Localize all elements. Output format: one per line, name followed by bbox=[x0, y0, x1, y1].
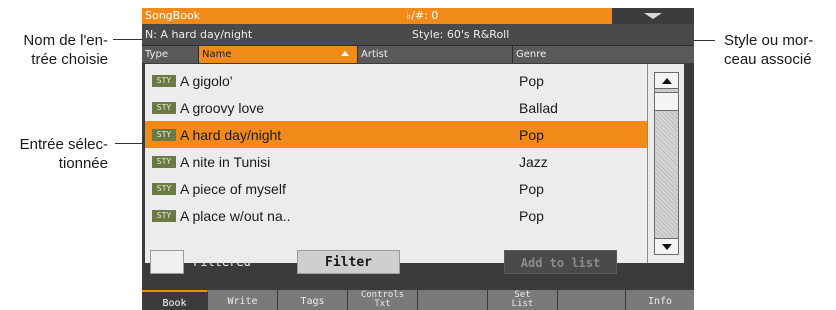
list-row[interactable]: STY A place w/out na.. Pop bbox=[145, 202, 647, 229]
associated-style: Style: 60's R&Roll bbox=[412, 28, 510, 41]
tab-empty-2[interactable] bbox=[558, 290, 626, 310]
column-genre-label: Genre bbox=[516, 49, 547, 60]
entry-list: STY A gigolo' Pop STY A groovy love Ball… bbox=[145, 64, 647, 263]
scroll-up-button[interactable] bbox=[654, 72, 679, 89]
row-genre: Pop bbox=[519, 127, 544, 143]
info-bar: N: A hard day/night Style: 60's R&Roll bbox=[142, 24, 694, 46]
row-name: A place w/out na.. bbox=[180, 208, 291, 224]
sort-ascending-icon bbox=[341, 51, 349, 56]
callout-entry-name: Nom de l'en- trée choisie bbox=[23, 31, 108, 69]
tab-tags-label: Tags bbox=[300, 296, 325, 307]
row-genre: Pop bbox=[519, 73, 544, 89]
callout-style-song-line1: Style ou mor- bbox=[724, 32, 814, 49]
column-name-label: Name bbox=[202, 49, 232, 60]
tab-controls-label-2: Txt bbox=[374, 299, 391, 309]
list-row[interactable]: STY A gigolo' Pop bbox=[145, 67, 647, 94]
callout-entry-name-line2: trée choisie bbox=[31, 51, 108, 68]
sharp-flat-indicator: ♭/#: 0 bbox=[406, 9, 439, 22]
callout-selected-entry-line1: Entrée sélec- bbox=[19, 136, 108, 153]
scroll-thumb[interactable] bbox=[654, 92, 679, 111]
tab-controls-txt[interactable]: Controls Txt bbox=[348, 290, 418, 310]
style-type-icon: STY bbox=[152, 156, 176, 168]
selected-entry-name: N: A hard day/night bbox=[145, 28, 253, 41]
callout-style-song: Style ou mor- ceau associé bbox=[724, 31, 813, 69]
callout-selected-entry-line2: tionnée bbox=[58, 155, 108, 172]
style-type-icon: STY bbox=[152, 129, 176, 141]
filtered-checkbox[interactable] bbox=[150, 250, 184, 274]
tab-write[interactable]: Write bbox=[208, 290, 278, 310]
row-genre: Pop bbox=[519, 181, 544, 197]
style-type-icon: STY bbox=[152, 183, 176, 195]
callout-selected-entry: Entrée sélec- tionnée bbox=[20, 135, 108, 173]
tab-info[interactable]: Info bbox=[626, 290, 694, 310]
filter-button[interactable]: Filter bbox=[297, 250, 400, 274]
list-row[interactable]: STY A nite in Tunisi Jazz bbox=[145, 148, 647, 175]
tab-book[interactable]: Book bbox=[142, 290, 208, 310]
title-bar: SongBook ♭/#: 0 bbox=[142, 8, 694, 24]
tab-bar: Book Write Tags Controls Txt Set List In… bbox=[142, 290, 694, 310]
triangle-down-icon bbox=[644, 13, 662, 19]
songbook-screen: SongBook ♭/#: 0 N: A hard day/night Styl… bbox=[142, 8, 694, 310]
filtered-label: Filtered bbox=[193, 255, 251, 269]
list-row-selected[interactable]: STY A hard day/night Pop bbox=[145, 121, 647, 148]
row-genre: Jazz bbox=[519, 154, 548, 170]
column-artist-label: Artist bbox=[361, 49, 388, 60]
style-type-icon: STY bbox=[152, 210, 176, 222]
arrow-up-icon bbox=[662, 78, 672, 84]
list-scrollbar[interactable] bbox=[647, 64, 684, 263]
list-header: Type Name Artist Genre bbox=[142, 46, 694, 63]
tab-info-label: Info bbox=[647, 296, 673, 307]
row-name: A groovy love bbox=[180, 100, 265, 116]
callout-entry-name-line1: Nom de l'en- bbox=[23, 32, 108, 49]
app-title: SongBook bbox=[145, 9, 201, 22]
callout-style-song-line2: ceau associé bbox=[724, 51, 812, 68]
row-name: A hard day/night bbox=[180, 127, 282, 143]
style-type-icon: STY bbox=[152, 102, 176, 114]
tab-book-label: Book bbox=[162, 298, 187, 309]
row-name: A gigolo' bbox=[180, 73, 233, 89]
column-type-label: Type bbox=[145, 49, 168, 60]
column-header-name[interactable]: Name bbox=[199, 46, 357, 63]
list-row[interactable]: STY A groovy love Ballad bbox=[145, 94, 647, 121]
tab-tags[interactable]: Tags bbox=[278, 290, 348, 310]
row-genre: Pop bbox=[519, 208, 544, 224]
tab-set-label-2: List bbox=[511, 299, 534, 309]
tab-set-list[interactable]: Set List bbox=[488, 290, 558, 310]
row-name: A nite in Tunisi bbox=[180, 154, 271, 170]
tab-write-label: Write bbox=[227, 296, 258, 307]
column-header-genre[interactable]: Genre bbox=[513, 46, 694, 63]
row-genre: Ballad bbox=[519, 100, 558, 116]
leader-entry-name bbox=[113, 39, 145, 40]
add-to-list-button[interactable]: Add to list bbox=[504, 250, 617, 274]
column-header-type[interactable]: Type bbox=[142, 46, 198, 63]
arrow-down-icon bbox=[662, 244, 672, 250]
row-name: A piece of myself bbox=[180, 181, 286, 197]
page-menu-button[interactable] bbox=[612, 8, 694, 24]
tab-empty-1[interactable] bbox=[418, 290, 488, 310]
scroll-down-button[interactable] bbox=[654, 238, 679, 255]
list-row[interactable]: STY A piece of myself Pop bbox=[145, 175, 647, 202]
leader-selected-entry bbox=[115, 143, 145, 144]
style-type-icon: STY bbox=[152, 75, 176, 87]
column-header-artist[interactable]: Artist bbox=[358, 46, 512, 63]
